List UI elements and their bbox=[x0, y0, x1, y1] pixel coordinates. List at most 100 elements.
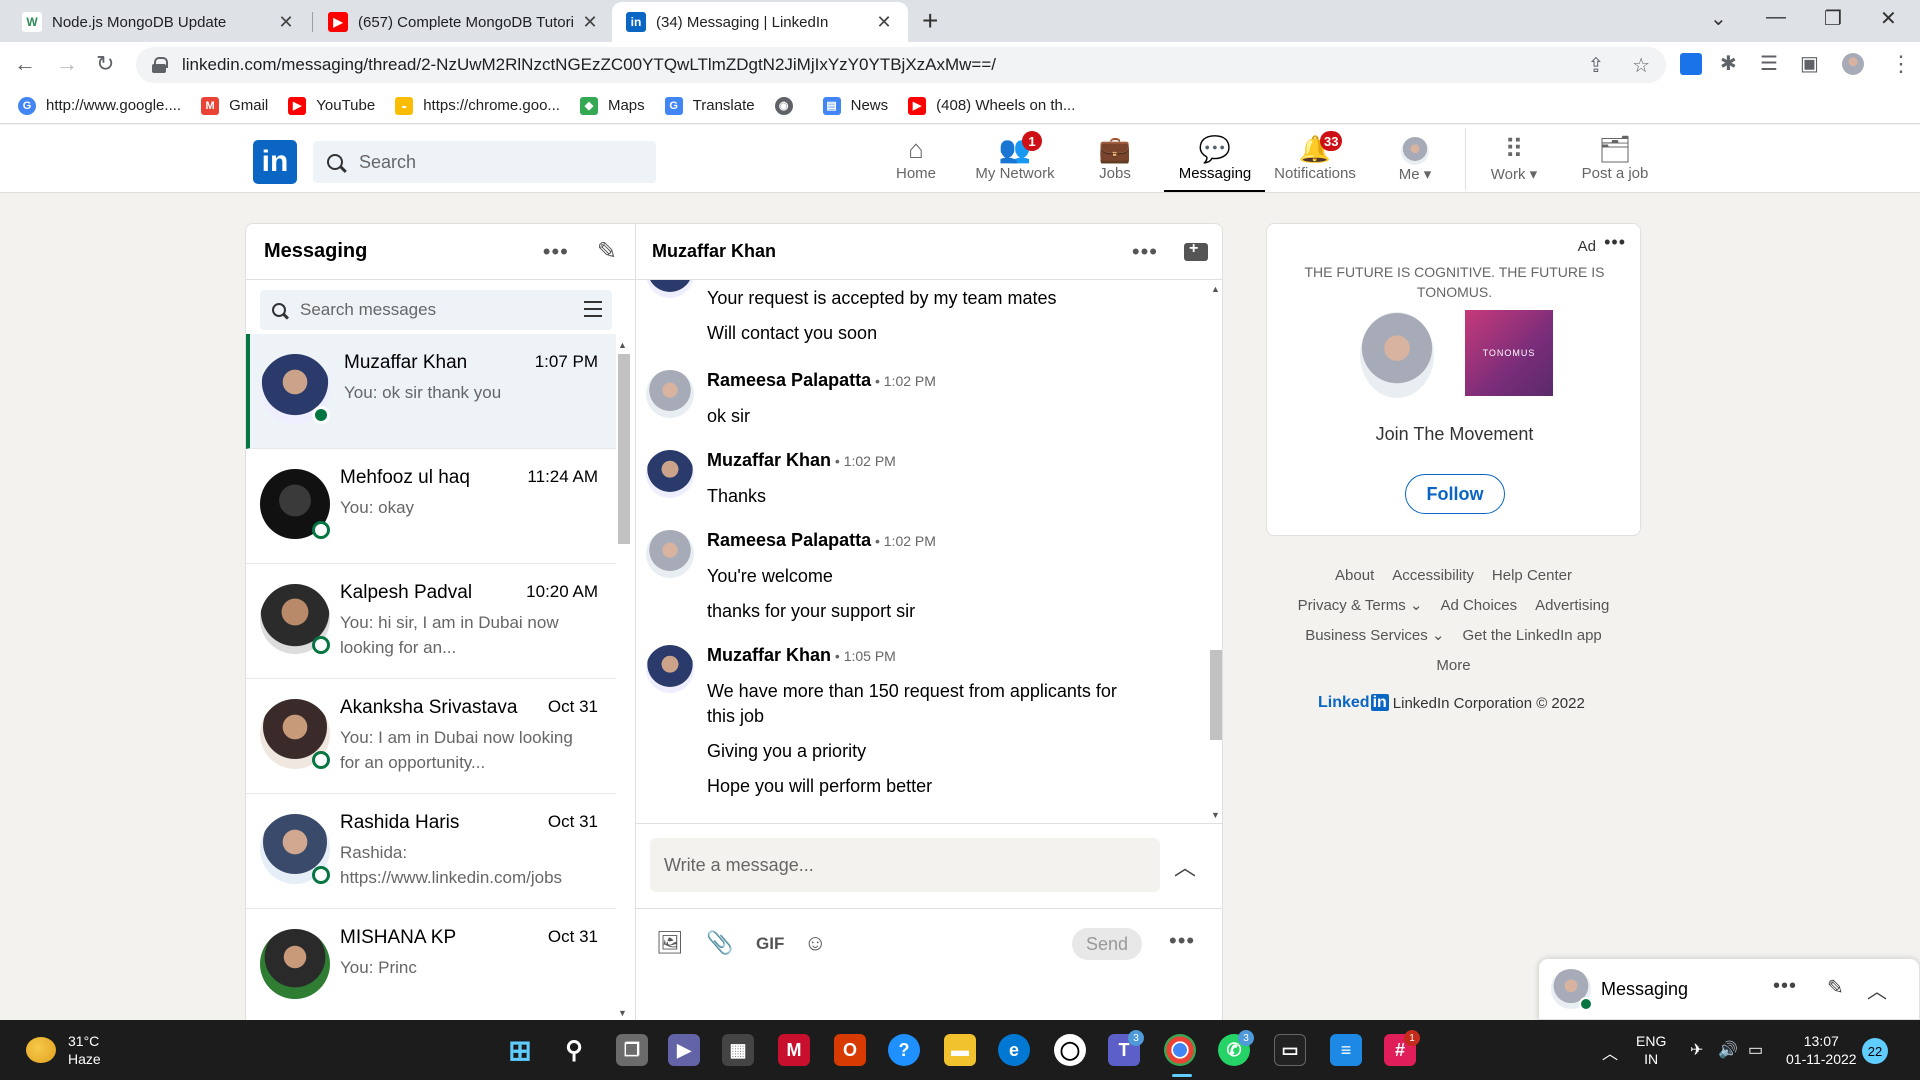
media-queue-icon[interactable]: ☰ bbox=[1760, 51, 1778, 76]
sender-avatar[interactable] bbox=[646, 450, 694, 498]
thread-scrollbar[interactable]: ▲ ▼ bbox=[1208, 280, 1222, 823]
conversation-item[interactable]: Rashida Haris Oct 31 Rashida: https://ww… bbox=[246, 794, 616, 909]
search-icon[interactable]: ⚲ bbox=[558, 1034, 590, 1066]
bookmark-news[interactable]: ▤ News bbox=[822, 96, 888, 115]
scrollbar-thumb[interactable] bbox=[1210, 650, 1222, 740]
messaging-overlay[interactable]: Messaging ••• ✎ ︿ bbox=[1538, 958, 1920, 1020]
windows-start-icon[interactable]: ⊞ bbox=[504, 1034, 536, 1066]
task-view-icon[interactable]: ❐ bbox=[616, 1034, 648, 1066]
sender-avatar[interactable] bbox=[646, 370, 694, 418]
video-meeting-icon[interactable] bbox=[1184, 240, 1208, 261]
search-messages-input[interactable]: Search messages bbox=[260, 290, 612, 330]
bookmark-chrome-webstore[interactable]: ◒ https://chrome.goo... bbox=[395, 96, 560, 115]
conversation-item[interactable]: Akanksha Srivastava Oct 31 You: I am in … bbox=[246, 679, 616, 794]
close-tab-icon[interactable]: ✕ bbox=[276, 12, 296, 33]
minimize-icon[interactable]: — bbox=[1766, 6, 1786, 29]
bookmark-translate[interactable]: G Translate bbox=[664, 96, 755, 115]
clock[interactable]: 13:07 01-11-2022 bbox=[1786, 1032, 1857, 1068]
filter-icon[interactable] bbox=[584, 301, 602, 317]
write-message-input[interactable]: Write a message... bbox=[650, 838, 1160, 892]
tab-search-chevron-icon[interactable]: ⌄ bbox=[1710, 6, 1727, 31]
thread-contact-name[interactable]: Muzaffar Khan bbox=[652, 241, 1132, 262]
lock-icon[interactable] bbox=[152, 57, 168, 73]
browser-tab-3-active[interactable]: in (34) Messaging | LinkedIn ✕ bbox=[612, 2, 908, 42]
nav-jobs[interactable]: 💼 Jobs bbox=[1092, 134, 1138, 182]
send-button[interactable]: Send bbox=[1072, 928, 1142, 960]
share-icon[interactable]: ⇪ bbox=[1588, 55, 1605, 77]
scroll-up-arrow-icon[interactable]: ▲ bbox=[618, 340, 627, 350]
nav-home[interactable]: ⌂ Home bbox=[889, 134, 943, 182]
notepad-icon[interactable]: ≡ bbox=[1330, 1034, 1362, 1066]
show-hidden-icons-chevron[interactable]: ︿ bbox=[1602, 1040, 1618, 1064]
emoji-icon[interactable]: ☺ bbox=[804, 930, 826, 956]
chrome-icon[interactable] bbox=[1164, 1034, 1196, 1066]
conversation-item[interactable]: Kalpesh Padval 10:20 AM You: hi sir, I a… bbox=[246, 564, 616, 679]
overlay-more-icon[interactable]: ••• bbox=[1773, 975, 1797, 998]
follow-button[interactable]: Follow bbox=[1405, 474, 1505, 514]
nav-work[interactable]: ⠿ Work ▾ bbox=[1484, 134, 1544, 183]
nav-messaging[interactable]: 💬 Messaging bbox=[1170, 134, 1260, 182]
conversation-item[interactable]: Mehfooz ul haq 11:24 AM You: okay bbox=[246, 449, 616, 564]
bookmark-youtube[interactable]: ▶ YouTube bbox=[288, 96, 375, 115]
footer-link-help-center[interactable]: Help Center bbox=[1492, 567, 1572, 584]
message-sender[interactable]: Rameesa Palapatta • 1:02 PM bbox=[707, 530, 936, 551]
sender-avatar[interactable] bbox=[646, 645, 694, 693]
bookmark-google[interactable]: Ghttp://www.google.... bbox=[18, 96, 181, 115]
conversation-list-scrollbar[interactable]: ▲ ▼ bbox=[616, 340, 630, 1020]
overlay-collapse-chevron-icon[interactable]: ︿ bbox=[1867, 975, 1887, 1004]
chrome-menu-icon[interactable]: ⋮ bbox=[1890, 51, 1912, 77]
footer-link-more[interactable]: More bbox=[1436, 657, 1470, 674]
sender-avatar[interactable] bbox=[646, 280, 694, 298]
new-tab-plus-icon[interactable]: + bbox=[922, 5, 938, 37]
terminal-icon[interactable]: ▭ bbox=[1274, 1034, 1306, 1066]
nav-post-a-job[interactable]: 🗂 Post a job bbox=[1576, 134, 1654, 182]
browser-tab-1[interactable]: W Node.js MongoDB Update ✕ bbox=[8, 2, 310, 42]
footer-link-advertising[interactable]: Advertising bbox=[1535, 597, 1609, 614]
attach-image-icon[interactable]: 🖼 bbox=[656, 930, 684, 956]
volume-icon[interactable]: 🔊 bbox=[1718, 1040, 1738, 1060]
bookmark-maps[interactable]: ◆ Maps bbox=[579, 96, 645, 115]
microsoft-store-icon[interactable]: ▦ bbox=[722, 1034, 754, 1066]
footer-link-about[interactable]: About bbox=[1335, 567, 1374, 584]
notification-count-badge[interactable]: 22 bbox=[1862, 1038, 1888, 1064]
office-icon[interactable]: O bbox=[834, 1034, 866, 1066]
compose-icon[interactable]: ✎ bbox=[597, 237, 617, 266]
conversation-item[interactable]: MISHANA KP Oct 31 You: Princ bbox=[246, 909, 616, 1022]
close-tab-icon[interactable]: ✕ bbox=[580, 12, 600, 33]
profile-avatar[interactable] bbox=[1842, 53, 1864, 75]
file-explorer-icon[interactable]: ▬ bbox=[944, 1034, 976, 1066]
footer-link-ad-choices[interactable]: Ad Choices bbox=[1440, 597, 1517, 614]
battery-icon[interactable]: ▭ bbox=[1748, 1040, 1763, 1060]
address-bar[interactable]: linkedin.com/messaging/thread/2-NzUwM2Rl… bbox=[136, 47, 1666, 83]
close-tab-icon[interactable]: ✕ bbox=[874, 12, 894, 33]
reload-icon[interactable]: ↻ bbox=[96, 51, 114, 77]
edge-icon[interactable]: e bbox=[998, 1034, 1030, 1066]
back-arrow-icon[interactable]: ← bbox=[14, 51, 36, 77]
airplane-mode-icon[interactable]: ✈ bbox=[1690, 1040, 1703, 1060]
nav-notifications[interactable]: 🔔 33 Notifications bbox=[1270, 131, 1360, 182]
sender-avatar[interactable] bbox=[646, 530, 694, 578]
input-language[interactable]: ENG IN bbox=[1636, 1032, 1666, 1068]
ad-options-icon[interactable]: ••• bbox=[1604, 232, 1626, 253]
scroll-down-arrow-icon[interactable]: ▼ bbox=[1211, 810, 1220, 820]
footer-link-get-app[interactable]: Get the LinkedIn app bbox=[1463, 627, 1602, 644]
ad-company-logo[interactable]: TONOMUS bbox=[1465, 310, 1553, 396]
browser-tab-2[interactable]: ▶ (657) Complete MongoDB Tutori ✕ bbox=[314, 2, 614, 42]
nav-my-network[interactable]: 👥 1 My Network bbox=[970, 131, 1060, 182]
composer-more-options-icon[interactable]: ••• bbox=[1169, 928, 1195, 954]
nav-me[interactable]: Me ▾ bbox=[1385, 135, 1445, 183]
footer-link-accessibility[interactable]: Accessibility bbox=[1392, 567, 1474, 584]
footer-link-business-services[interactable]: Business Services ⌄ bbox=[1305, 626, 1444, 644]
github-icon[interactable]: ◯ bbox=[1054, 1034, 1086, 1066]
gif-button[interactable]: GIF bbox=[756, 934, 784, 954]
message-sender[interactable]: Rameesa Palapatta • 1:02 PM bbox=[707, 370, 936, 391]
footer-link-privacy-terms[interactable]: Privacy & Terms ⌄ bbox=[1298, 596, 1423, 614]
extensions-puzzle-icon[interactable]: ✱ bbox=[1720, 51, 1737, 76]
scroll-down-arrow-icon[interactable]: ▼ bbox=[618, 1008, 627, 1018]
scrollbar-thumb[interactable] bbox=[618, 354, 630, 544]
restore-icon[interactable]: ❐ bbox=[1824, 6, 1842, 31]
teams-chat-icon[interactable]: ▶ bbox=[668, 1034, 700, 1066]
bookmark-gmail[interactable]: M Gmail bbox=[201, 96, 268, 115]
global-search-input[interactable]: Search bbox=[313, 141, 656, 183]
close-window-icon[interactable]: ✕ bbox=[1880, 6, 1897, 31]
